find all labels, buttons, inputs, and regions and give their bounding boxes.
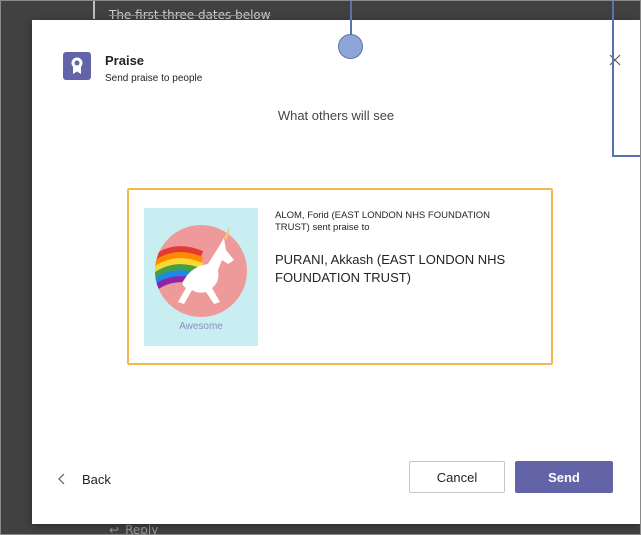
back-label: Back: [82, 471, 111, 487]
praise-app-icon: [63, 52, 91, 80]
dialog-title: Praise: [105, 53, 145, 68]
close-button[interactable]: [606, 51, 624, 69]
praise-dialog: Praise Send praise to people What others…: [32, 20, 640, 524]
recipient-text: PURANI, Akkash (EAST LONDON NHS FOUNDATI…: [275, 252, 506, 285]
annotation-marker-dot: [338, 34, 363, 59]
annotation-connector-line: [350, 1, 352, 38]
badge-label: Awesome: [179, 321, 223, 332]
background-thread-line: [93, 1, 95, 19]
praise-preview-card: Awesome ALOM, Forid (EAST LONDON NHS FOU…: [127, 188, 553, 365]
reply-label: Reply: [125, 523, 159, 535]
reply-arrow-icon: ↩: [109, 523, 120, 535]
cancel-button[interactable]: Cancel: [409, 461, 505, 493]
dialog-subtitle: Send praise to people: [105, 73, 203, 84]
medal-icon: [71, 57, 83, 74]
background-reply-link: ↩ Reply: [109, 523, 159, 535]
annotation-bracket-line: [612, 1, 614, 157]
back-button[interactable]: Back: [56, 469, 111, 489]
annotation-bracket-bottom: [612, 155, 640, 157]
app-window: The first three dates below ↩ Reply Prais…: [0, 0, 641, 535]
send-button[interactable]: Send: [515, 461, 613, 493]
sender-text: ALOM, Forid (EAST LONDON NHS FOUNDATION …: [275, 210, 491, 233]
chevron-left-icon: [58, 473, 65, 485]
preview-heading: What others will see: [277, 108, 395, 123]
praise-badge: Awesome: [144, 208, 258, 346]
close-icon: [609, 54, 621, 66]
